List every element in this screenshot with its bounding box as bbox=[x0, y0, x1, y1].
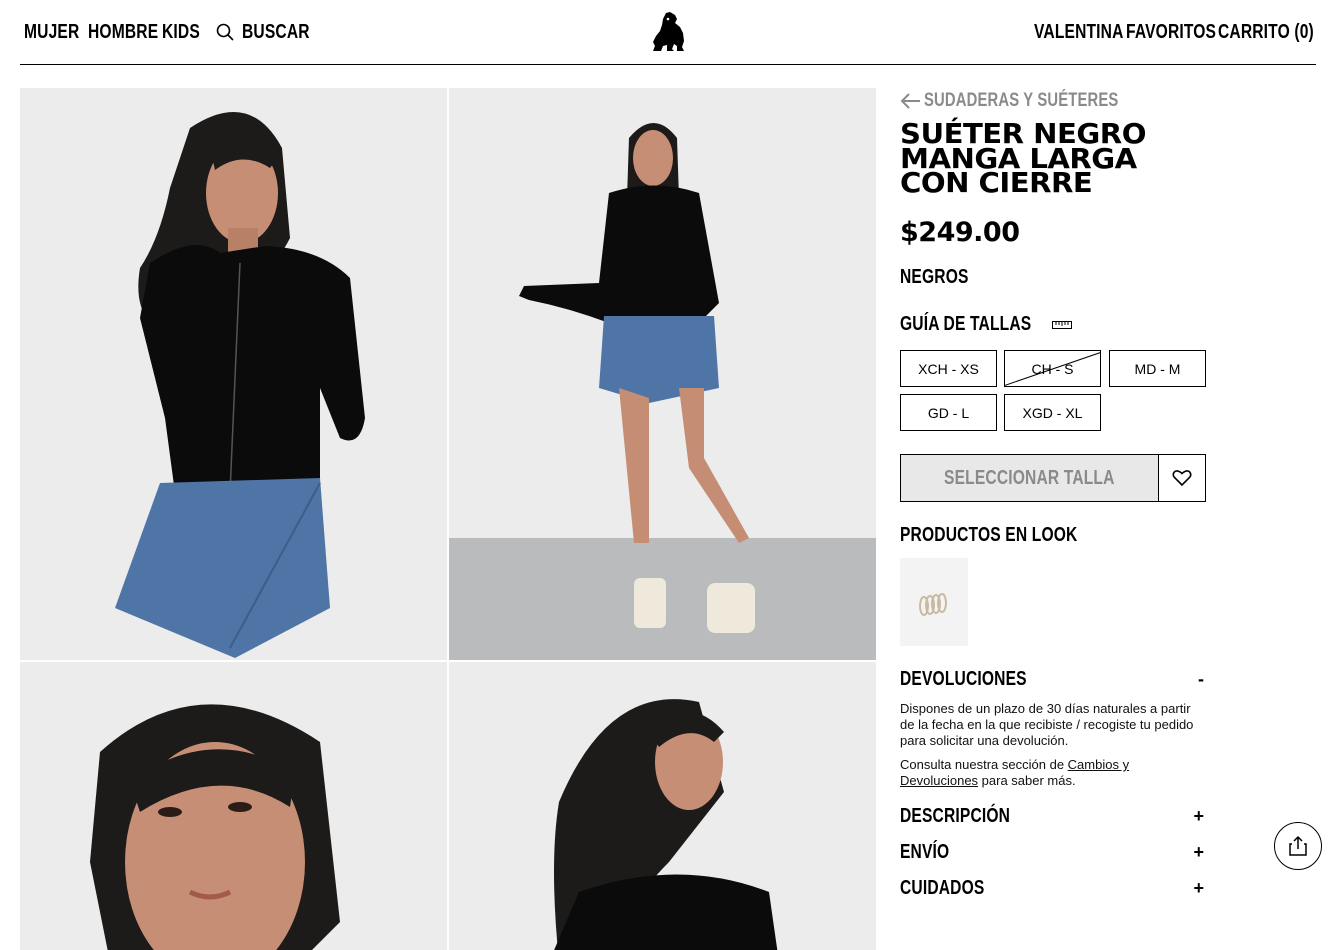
size-option[interactable]: GD - L bbox=[900, 394, 997, 431]
nav-mujer[interactable]: MUJER bbox=[24, 21, 94, 44]
heart-icon bbox=[1172, 470, 1192, 487]
search-button[interactable]: BUSCAR bbox=[216, 21, 329, 44]
size-guide-label: GUÍA DE TALLAS bbox=[900, 313, 1032, 335]
favorite-button[interactable] bbox=[1158, 454, 1206, 502]
size-option-unavailable[interactable]: CH - S bbox=[1004, 350, 1101, 387]
accordion-shipping[interactable]: ENVÍO + bbox=[900, 840, 1206, 864]
size-option[interactable]: XCH - XS bbox=[900, 350, 997, 387]
accordion-returns[interactable]: DEVOLUCIONES - bbox=[900, 667, 1206, 691]
expand-icon: + bbox=[1193, 841, 1204, 862]
look-products-title: PRODUCTOS EN LOOK bbox=[900, 524, 1078, 546]
brand-logo[interactable] bbox=[650, 11, 686, 53]
search-label: BUSCAR bbox=[242, 20, 310, 43]
nav-favorites[interactable]: FAVORITOS bbox=[1126, 21, 1224, 44]
expand-icon: + bbox=[1193, 877, 1204, 898]
share-button[interactable] bbox=[1274, 822, 1322, 870]
bulldog-logo-icon bbox=[653, 12, 684, 51]
search-icon bbox=[216, 23, 234, 41]
site-header: MUJER HOMBRE KIDS BUSCAR VALENTINA FAVOR… bbox=[20, 0, 1316, 65]
add-to-cart-button[interactable]: SELECCIONAR TALLA bbox=[900, 454, 1159, 502]
product-title: SUÉTER NEGRO MANGA LARGA CON CIERRE bbox=[900, 117, 1146, 199]
breadcrumb-back-link[interactable]: SUDADERAS Y SUÉTERES bbox=[900, 90, 1173, 112]
product-price: $249.00 bbox=[900, 217, 1020, 248]
product-gallery bbox=[20, 88, 876, 950]
product-photo-3[interactable] bbox=[20, 662, 447, 950]
accordion-description[interactable]: DESCRIPCIÓN + bbox=[900, 804, 1206, 828]
ruler-icon bbox=[1052, 320, 1073, 329]
arrow-left-icon bbox=[900, 93, 920, 109]
main-nav: MUJER HOMBRE KIDS BUSCAR bbox=[24, 20, 323, 44]
product-photo-4[interactable] bbox=[449, 662, 876, 950]
accordion-care[interactable]: CUIDADOS + bbox=[900, 876, 1206, 900]
share-icon bbox=[1289, 835, 1307, 856]
product-photo-2[interactable] bbox=[449, 88, 876, 660]
size-guide-link[interactable]: GUÍA DE TALLAS bbox=[900, 313, 1073, 336]
nav-cart[interactable]: CARRITO (0) bbox=[1218, 21, 1314, 44]
expand-icon: + bbox=[1193, 805, 1204, 826]
nav-kids[interactable]: KIDS bbox=[162, 21, 212, 44]
account-nav: VALENTINA FAVORITOS CARRITO (0) bbox=[1034, 20, 1314, 44]
color-name: NEGROS bbox=[900, 266, 969, 288]
size-option[interactable]: MD - M bbox=[1109, 350, 1206, 387]
collapse-icon: - bbox=[1198, 668, 1204, 689]
nav-hombre[interactable]: HOMBRE bbox=[88, 21, 168, 44]
size-option[interactable]: XGD - XL bbox=[1004, 394, 1101, 431]
look-product-thumbnail[interactable] bbox=[900, 558, 968, 646]
nav-account[interactable]: VALENTINA bbox=[1034, 21, 1132, 44]
returns-content: Dispones de un plazo de 30 días naturale… bbox=[900, 701, 1194, 788]
breadcrumb-label: SUDADERAS Y SUÉTERES bbox=[924, 90, 1119, 111]
product-photo-1[interactable] bbox=[20, 88, 447, 660]
